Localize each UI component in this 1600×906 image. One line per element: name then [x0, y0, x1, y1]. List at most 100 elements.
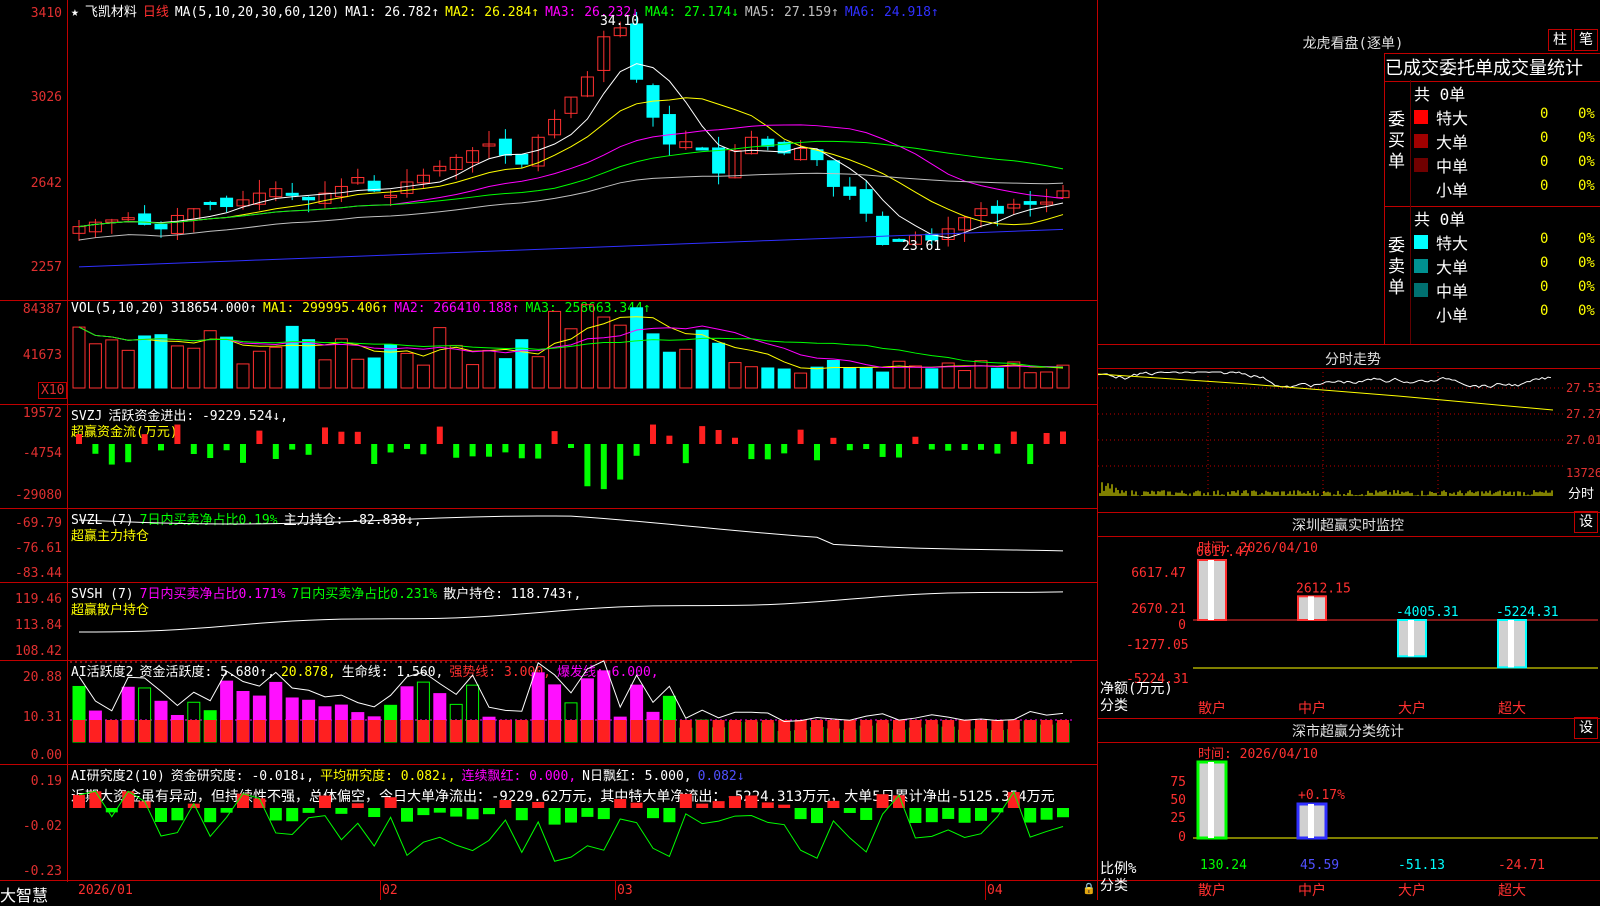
color-swatch	[1414, 283, 1428, 297]
volume-bar	[843, 367, 857, 389]
volume-bar	[351, 358, 365, 389]
activity-base-bar	[1007, 720, 1020, 742]
pen-mode-button[interactable]: 笔	[1574, 29, 1598, 51]
activity-base-bar	[565, 720, 577, 742]
activity-base-bar	[155, 720, 167, 742]
svzj-bar-negative	[518, 444, 525, 459]
activity-base-bar	[712, 720, 725, 742]
volume-bar	[1040, 371, 1054, 389]
activity-base-bar	[73, 720, 85, 742]
volume-bar	[892, 360, 906, 389]
research-bar-negative	[1040, 808, 1053, 820]
tab-filled[interactable]: 已成交	[1385, 58, 1439, 79]
ai-research-bars	[73, 790, 1069, 862]
activity-base-bar	[384, 720, 397, 742]
svzj-bar-positive	[256, 430, 263, 444]
lock-icon[interactable]: 🔒	[1082, 882, 1096, 895]
research-bar-negative	[811, 808, 823, 824]
research-bar-positive	[630, 802, 643, 808]
activity-base-bar	[220, 720, 233, 742]
buy-total: 共 0单	[1414, 85, 1466, 104]
ai-research-panel[interactable]: AI研究度2(10) 资金研究度: -0.018↓, 平均研究度: 0.082↓, 连…	[0, 764, 1097, 880]
row-count: 0	[1540, 154, 1549, 170]
research-bar-positive	[729, 796, 741, 808]
tab-orders[interactable]: 委托单	[1439, 58, 1493, 79]
volume-bar	[416, 364, 430, 389]
volume-bar	[1056, 364, 1070, 389]
svsh-line	[78, 591, 1064, 633]
bar-highlight	[1208, 762, 1214, 838]
svzj-bar-negative	[371, 444, 378, 464]
svzj-bar-negative	[928, 444, 935, 450]
tab-volume-stats[interactable]: 成交量统计	[1493, 58, 1583, 79]
svzj-bar-negative	[879, 444, 886, 457]
candle-body	[220, 197, 234, 208]
activity-base-bar	[958, 720, 971, 742]
svzj-bar-positive	[830, 437, 837, 444]
activity-base-bar	[171, 720, 184, 742]
avg-price-line	[1097, 373, 1554, 411]
activity-base-bar	[401, 720, 413, 742]
volume-panel[interactable]: VOL(5,10,20) 318654.000↑ MA1: 299995.406↑ M…	[0, 300, 1097, 404]
row-name: 小单	[1436, 306, 1469, 325]
candle-body	[203, 201, 217, 205]
svzj-bar-negative	[453, 444, 460, 458]
research-bar-negative	[925, 808, 938, 823]
candle-body	[285, 192, 299, 196]
activity-base-bar	[893, 720, 905, 742]
bar-highlight	[1208, 560, 1214, 620]
svsh-line	[78, 591, 1064, 633]
volume-bar	[859, 367, 873, 389]
svzl-panel[interactable]: SVZL (7) 7日内买卖净占比0.19% 主力持仓: -82.838↓, 超赢主…	[0, 508, 1097, 582]
row-count: 0	[1540, 255, 1549, 271]
main-chart-panel[interactable]: ★ 飞凯材料 日线 MA(5,10,20,30,60,120) MA1: 26.782↑…	[0, 0, 1097, 300]
volume-bar	[925, 368, 939, 389]
row-name: 特大	[1436, 109, 1469, 128]
row-pct: 0%	[1578, 231, 1595, 247]
activity-base-bar	[253, 720, 266, 742]
volume-bar	[826, 359, 840, 389]
research-bar-positive	[712, 801, 725, 808]
sz-category-panel[interactable]: 深市超赢分类统计 设 时间: 2026/04/10 75 50 25 0 比例%…	[1098, 717, 1600, 900]
activity-base-bar	[581, 720, 594, 742]
svzj-bar-negative	[289, 444, 296, 450]
research-bar-negative	[302, 808, 315, 813]
candlestick-chart[interactable]	[0, 0, 1097, 300]
volume-bar	[646, 333, 660, 389]
volume-bar	[285, 325, 299, 389]
svzj-bar-negative	[945, 444, 952, 451]
sz-category-chart	[1193, 760, 1598, 840]
volume-bar	[400, 352, 414, 389]
candle-body	[1023, 201, 1037, 205]
candle-body	[302, 196, 316, 201]
intraday-panel[interactable]: 分时走势 27.53 27.27 27.01 13726 分时	[1097, 344, 1600, 512]
x-axis-label: 04	[987, 883, 1003, 898]
activity-base-bar	[811, 720, 823, 742]
svzj-bar-positive	[1043, 432, 1050, 444]
svzj-bar-negative	[617, 444, 624, 480]
volume-bar	[728, 362, 742, 389]
svzj-bar-negative	[190, 444, 197, 455]
svzj-bar-negative	[584, 444, 591, 487]
row-count: 0	[1540, 303, 1549, 319]
svzj-bar-negative	[420, 444, 427, 455]
sz-monitor-chart: 6617.47 2612.15 -4005.31 -5224.31	[1193, 545, 1598, 669]
candle-body	[990, 205, 1004, 214]
sz-monitor-panel[interactable]: 深圳超赢实时监控 设 时间: 2026/04/10 6617.47 2670.2…	[1098, 511, 1600, 718]
svsh-panel[interactable]: SVSH (7) 7日内买卖净占比0.171% 7日内买卖净占比0.231% 散户持仓…	[0, 582, 1097, 660]
row-pct: 0%	[1578, 154, 1595, 170]
bar-mode-button[interactable]: 柱	[1548, 29, 1572, 51]
svzj-bar-positive	[912, 436, 919, 444]
svzj-panel[interactable]: SVZJ 活跃资金进出: -9229.524↓, 超赢资金流(万元) 19572 …	[0, 404, 1097, 508]
bar-value-label: 2612.15	[1296, 581, 1351, 596]
ai-active-panel[interactable]: AI活跃度2 资金活跃度: 5.680↑, 20.878, 生命线: 1.560, 强势…	[0, 660, 1097, 764]
activity-base-bar	[729, 720, 741, 742]
bar-highlight	[1408, 620, 1414, 657]
row-name: 大单	[1436, 133, 1469, 152]
volume-bar	[466, 364, 480, 389]
activity-base-bar	[696, 720, 709, 742]
research-bar-positive	[319, 795, 331, 808]
volume-bar	[318, 359, 332, 389]
volume-bar	[712, 342, 726, 389]
svzj-bar-positive	[650, 424, 656, 444]
